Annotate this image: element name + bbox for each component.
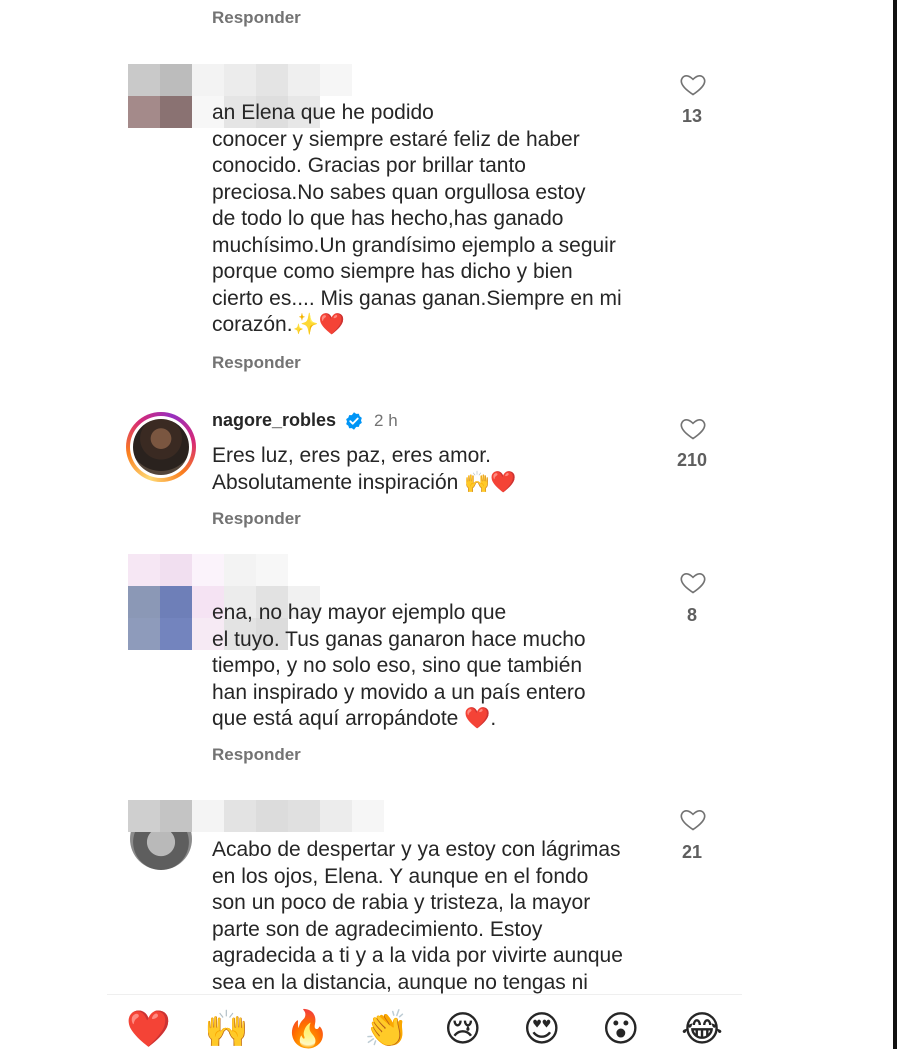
reaction-red-heart[interactable]: ❤️ bbox=[126, 1010, 171, 1050]
like-count: 210 bbox=[676, 450, 708, 470]
reaction-heart-eyes[interactable]: 😍 bbox=[523, 1010, 561, 1050]
comment-text: Acabo de despertar y ya estoy con lágrim… bbox=[212, 838, 623, 994]
like-count: 8 bbox=[686, 605, 697, 625]
comment-text: Eres luz, eres paz, eres amor. Absolutam… bbox=[212, 444, 517, 494]
reaction-tears-of-joy[interactable]: 😂 bbox=[681, 1010, 723, 1050]
reaction-clapping-hands[interactable]: 👏 bbox=[364, 1010, 409, 1050]
avatar[interactable] bbox=[126, 412, 196, 482]
reply-button[interactable]: Responder bbox=[212, 745, 301, 765]
avatar-blur bbox=[128, 800, 384, 832]
comment-time: 2 h bbox=[374, 410, 398, 430]
reply-button[interactable]: Responder bbox=[212, 8, 301, 28]
reaction-surprised-face[interactable]: 😮 bbox=[602, 1010, 640, 1050]
like-count: 21 bbox=[681, 842, 703, 862]
reply-button[interactable]: Responder bbox=[212, 509, 301, 529]
heart-outline-icon[interactable] bbox=[678, 805, 708, 833]
reaction-raising-hands[interactable]: 🙌 bbox=[204, 1010, 249, 1050]
heart-outline-icon[interactable] bbox=[678, 414, 708, 442]
username-link[interactable]: nagore_robles bbox=[212, 410, 336, 431]
reaction-crying-face[interactable]: 😢 bbox=[444, 1010, 482, 1050]
reply-button[interactable]: Responder bbox=[212, 353, 301, 373]
window-border bbox=[893, 0, 897, 1049]
quick-reaction-bar bbox=[107, 994, 742, 1050]
reaction-fire[interactable]: 🔥 bbox=[285, 1010, 330, 1050]
comment-header: nagore_robles 2 h bbox=[212, 410, 398, 431]
comment-text: ena, no hay mayor ejemplo que el tuyo. T… bbox=[212, 601, 586, 730]
like-count: 13 bbox=[681, 106, 703, 126]
comment-text: an Elena que he podido conocer y siempre… bbox=[212, 101, 622, 336]
heart-outline-icon[interactable] bbox=[678, 568, 708, 596]
heart-outline-icon[interactable] bbox=[678, 70, 708, 98]
verified-badge-icon bbox=[346, 411, 362, 430]
